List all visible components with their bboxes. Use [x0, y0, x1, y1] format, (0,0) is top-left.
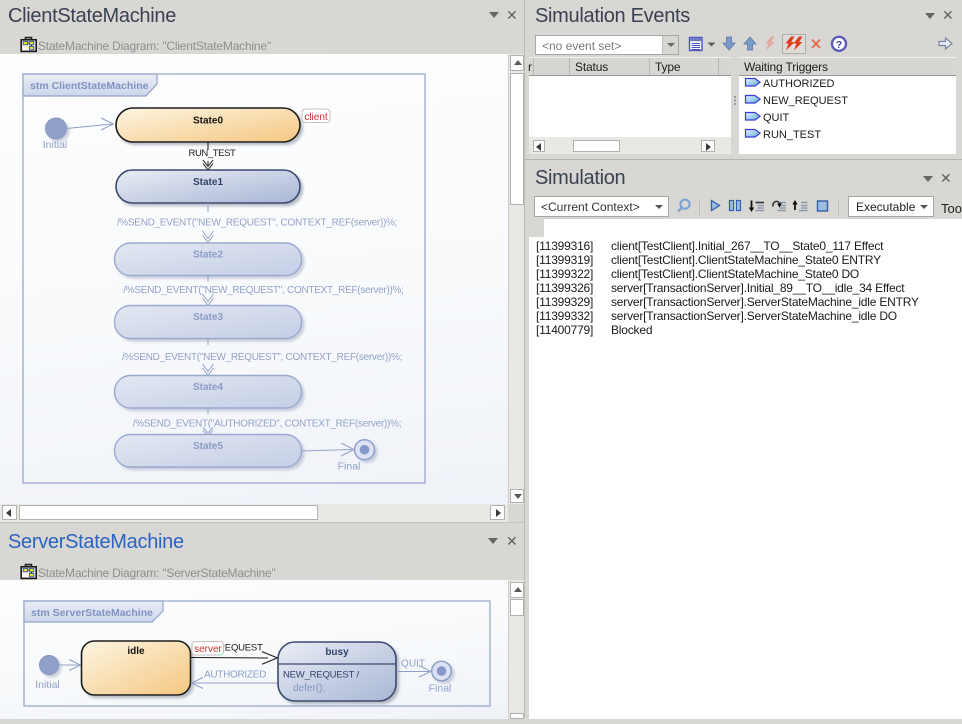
svg-text:busy: busy [325, 647, 349, 658]
svg-text:State4: State4 [193, 382, 223, 393]
svg-text:/%SEND_EVENT("AUTHORIZED", CON: /%SEND_EVENT("AUTHORIZED", CONTEXT_REF(s… [133, 419, 401, 430]
svg-text:server: server [194, 644, 222, 655]
svg-text:NEW_REQUEST: NEW_REQUEST [763, 95, 848, 107]
svg-text:QUIT: QUIT [401, 659, 425, 670]
svg-text:defer();: defer(); [293, 683, 325, 694]
svg-text:State2: State2 [193, 250, 223, 261]
svg-text:Initial: Initial [43, 139, 68, 151]
svg-text:RUN_TEST: RUN_TEST [189, 148, 237, 159]
svg-text:?: ? [836, 39, 842, 51]
svg-text:QUIT: QUIT [763, 112, 790, 124]
svg-text:AUTHORIZED: AUTHORIZED [204, 670, 266, 681]
svg-text:State5: State5 [193, 441, 223, 452]
svg-text:RUN_TEST: RUN_TEST [763, 129, 821, 141]
svg-text:NEW_REQUEST /: NEW_REQUEST / [283, 670, 359, 681]
svg-text:Final: Final [338, 461, 361, 473]
svg-text:State0: State0 [193, 116, 223, 127]
svg-text:Final: Final [429, 683, 452, 695]
svg-text:State3: State3 [193, 312, 223, 323]
svg-text:stm ClientStateMachine: stm ClientStateMachine [30, 80, 149, 92]
svg-text:Initial: Initial [35, 679, 60, 691]
svg-text:/%SEND_EVENT("NEW_REQUEST", CO: /%SEND_EVENT("NEW_REQUEST", CONTEXT_REF(… [123, 285, 403, 296]
svg-text:AUTHORIZED: AUTHORIZED [763, 78, 835, 90]
svg-text:idle: idle [127, 646, 145, 657]
svg-text:stm ServerStateMachine: stm ServerStateMachine [31, 607, 153, 619]
svg-text:/%SEND_EVENT("NEW_REQUEST", CO: /%SEND_EVENT("NEW_REQUEST", CONTEXT_REF(… [122, 352, 402, 363]
svg-text:State1: State1 [193, 177, 223, 188]
svg-text:client: client [304, 112, 328, 123]
svg-text:/%SEND_EVENT("NEW_REQUEST", CO: /%SEND_EVENT("NEW_REQUEST", CONTEXT_REF(… [117, 218, 397, 229]
